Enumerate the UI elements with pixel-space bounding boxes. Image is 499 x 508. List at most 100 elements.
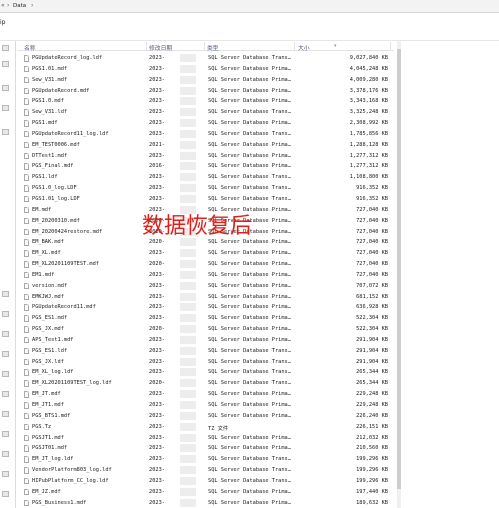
file-row[interactable]: PGS1.ldf 2023- SQL Server Database Trans… 1…	[18, 172, 394, 183]
column-divider[interactable]	[204, 42, 205, 50]
file-row[interactable]: EM_XL_log.ldf 2023- SQL Server Database Tr…	[18, 367, 394, 378]
file-row[interactable]: PGS.Tz 2023- TZ 文件 226,151 KB	[18, 422, 394, 433]
file-type: SQL Server Database Prima…	[208, 87, 291, 94]
vertical-scrollbar[interactable]	[397, 41, 401, 508]
file-row[interactable]: PGS1.0_log.LDF 2023- SQL Server Database T…	[18, 183, 394, 194]
file-row[interactable]: PGUpdateRecord_log.ldf 2023- SQL Server Da…	[18, 53, 394, 64]
file-row[interactable]: APS_Test1.mdf 2023- SQL Server Database Pr…	[18, 335, 394, 346]
column-header-name[interactable]: 名称	[24, 43, 36, 52]
file-row[interactable]: PGS_Final.mdf 2016- SQL Server Database Pr…	[18, 161, 394, 172]
file-row[interactable]: PGS_Business1.mdf 2023- SQL Server Databas…	[18, 498, 394, 508]
file-row[interactable]: PGS_BTS1.mdf 2023- SQL Server Database Pri…	[18, 411, 394, 422]
nav-folder-icon[interactable]	[2, 371, 9, 377]
file-row[interactable]: PGS_JX.mdf 2020- SQL Server Database Prima…	[18, 324, 394, 335]
file-type: SQL Server Database Prima…	[208, 76, 291, 83]
file-row[interactable]: EM_XL20201109TEST.mdf 2020- SQL Server Dat…	[18, 259, 394, 270]
file-modified-date: 2023-	[149, 65, 165, 72]
file-modified-date: 2023-	[149, 76, 165, 83]
column-header-size[interactable]: 大小	[298, 43, 310, 52]
nav-folder-icon[interactable]	[2, 291, 9, 297]
file-row[interactable]: PGS_JX.ldf 2023- SQL Server Database Trans…	[18, 357, 394, 368]
file-icon	[24, 185, 29, 192]
file-row[interactable]: PGS1.01_log.LDF 2023- SQL Server Database …	[18, 194, 394, 205]
file-size: 199,296 KB	[356, 467, 388, 474]
file-type: SQL Server Database Trans…	[208, 347, 291, 354]
file-row[interactable]: EM_JT_log.ldf 2023- SQL Server Database Tr…	[18, 454, 394, 465]
nav-folder-icon[interactable]	[2, 451, 9, 457]
file-name: EM_JZ.mdf	[32, 488, 61, 495]
file-row[interactable]: PGS_ES1.mdf 2023- SQL Server Database Prim…	[18, 313, 394, 324]
file-row[interactable]: Sew_V31.ldf 2023- SQL Server Database Tran…	[18, 107, 394, 118]
file-row[interactable]: version.mdf 2023- SQL Server Database Prim…	[18, 281, 394, 292]
file-row[interactable]: EM_XL20201109TEST_log.ldf 2020- SQL Server…	[18, 378, 394, 389]
file-row[interactable]: PGS1.mdf 2023- SQL Server Database Prima… 2…	[18, 118, 394, 129]
file-type: SQL Server Database Prima…	[208, 315, 291, 322]
nav-folder-icon[interactable]	[2, 61, 9, 67]
file-row[interactable]: EM_JT1.mdf 2023- SQL Server Database Prima…	[18, 400, 394, 411]
column-divider[interactable]	[294, 42, 295, 50]
file-name: PGS_Business1.mdf	[32, 499, 87, 506]
column-header-type[interactable]: 类型	[207, 43, 219, 52]
file-name: PGS_ES1.mdf	[32, 315, 68, 322]
file-row[interactable]: EM_JZ.mdf 2023- SQL Server Database Prima……	[18, 487, 394, 498]
nav-folder-icon[interactable]	[2, 85, 9, 91]
nav-folder-icon[interactable]	[2, 391, 9, 397]
file-row[interactable]: DTTest1.mdf 2023- SQL Server Database Prim…	[18, 151, 394, 162]
file-row[interactable]: PGS_ES1.ldf 2023- SQL Server Database Tran…	[18, 346, 394, 357]
file-row[interactable]: HIPubPlatform_CC_log.ldf 2023- SQL Server …	[18, 476, 394, 487]
file-icon	[24, 109, 29, 116]
nav-folder-icon[interactable]	[2, 331, 9, 337]
file-icon	[24, 391, 29, 398]
nav-folder-icon[interactable]	[2, 411, 9, 417]
file-name: PGS.Tz	[32, 423, 52, 430]
nav-folder-icon[interactable]	[2, 311, 9, 317]
redacted-date-block	[180, 270, 196, 279]
file-row[interactable]: PGSJT01.mdf 2023- SQL Server Database Prim…	[18, 443, 394, 454]
file-icon	[24, 163, 29, 170]
file-row[interactable]: PGUpdateRecord.mdf 2023- SQL Server Databa…	[18, 86, 394, 97]
file-row[interactable]: EMKJWJ.mdf 2023- SQL Server Database Prima…	[18, 292, 394, 303]
nav-folder-icon[interactable]	[2, 45, 9, 51]
redacted-date-block	[180, 411, 196, 420]
back-chevron-icon[interactable]: «	[1, 2, 5, 9]
column-divider[interactable]	[146, 42, 147, 50]
redacted-date-block	[180, 433, 196, 442]
file-row[interactable]: VendorPlatform803_log.ldf 2023- SQL Server…	[18, 465, 394, 476]
nav-folder-icon[interactable]	[2, 491, 9, 497]
file-row[interactable]: EM_JT.mdf 2023- SQL Server Database Prima……	[18, 389, 394, 400]
column-divider[interactable]	[390, 42, 391, 50]
nav-folder-icon[interactable]	[2, 351, 9, 357]
file-name: PGUpdateRecord11_log.ldf	[32, 130, 109, 137]
file-row[interactable]: PGS1.01.mdf 2023- SQL Server Database Prim…	[18, 64, 394, 75]
file-type: SQL Server Database Prima…	[208, 488, 291, 495]
redacted-date-block	[180, 346, 196, 355]
address-bar[interactable]: « › Data ›	[0, 0, 499, 13]
nav-folder-icon[interactable]	[2, 129, 9, 135]
file-row[interactable]: EM1.mdf 2023- SQL Server Database Prima… 72…	[18, 270, 394, 281]
file-row[interactable]: PGUpdateRecord11.mdf 2023- SQL Server Data…	[18, 302, 394, 313]
path-chevron-icon[interactable]: ›	[31, 2, 33, 9]
file-row[interactable]: PGS1.0.mdf 2023- SQL Server Database Prima…	[18, 96, 394, 107]
file-modified-date: 2020-	[149, 239, 165, 246]
column-header-date[interactable]: 修改日期	[149, 43, 172, 52]
file-row[interactable]: PGUpdateRecord11_log.ldf 2023- SQL Server …	[18, 129, 394, 140]
nav-folder-icon[interactable]	[2, 431, 9, 437]
file-size: 229,248 KB	[356, 402, 388, 408]
navigation-pane[interactable]	[0, 41, 16, 508]
nav-folder-icon[interactable]	[2, 105, 9, 111]
redacted-date-block	[180, 86, 196, 95]
nav-folder-icon[interactable]	[2, 471, 9, 477]
file-modified-date: 2023-	[149, 336, 165, 343]
file-row[interactable]: Sew_V31.mdf 2023- SQL Server Database Prim…	[18, 75, 394, 86]
file-size: 707,072 KB	[356, 282, 388, 289]
scrollbar-thumb[interactable]	[397, 49, 401, 489]
file-icon	[24, 120, 29, 127]
file-row[interactable]: EM_XL.mdf 2023- SQL Server Database Prima……	[18, 248, 394, 259]
file-icon	[24, 261, 29, 268]
file-row[interactable]: PGSJT1.mdf 2023- SQL Server Database Prima…	[18, 433, 394, 444]
file-row[interactable]: EM_TEST0006.mdf 2021- SQL Server Database …	[18, 140, 394, 151]
file-size: 1,288,128 KB	[349, 141, 388, 148]
file-modified-date: 2023-	[149, 467, 165, 474]
address-path-label[interactable]: Data	[13, 3, 26, 9]
file-size: 522,304 KB	[356, 315, 388, 322]
